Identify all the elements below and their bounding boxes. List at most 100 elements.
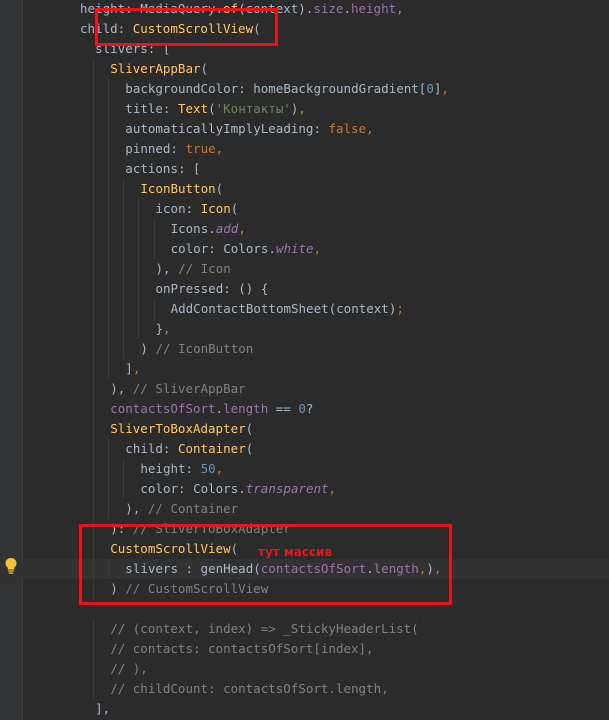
- indent-guide: [93, 679, 95, 699]
- indent-guide: [108, 319, 110, 339]
- code-text: ],: [95, 699, 110, 719]
- code-line[interactable]: pinned: true,: [0, 139, 609, 159]
- code-line[interactable]: onPressed: () {: [0, 279, 609, 299]
- indent-guide: [123, 239, 125, 259]
- code-text: },: [156, 319, 171, 339]
- code-text: title: Text('Контакты'),: [125, 99, 306, 119]
- code-token: ,: [132, 361, 141, 376]
- code-text: ) // IconButton: [140, 339, 253, 359]
- code-text: ],: [125, 359, 140, 379]
- indent-guide: [93, 379, 95, 399]
- indent-guide: [153, 219, 155, 239]
- indent-guide: [138, 219, 140, 239]
- code-line[interactable]: ],: [0, 359, 609, 379]
- indent-guide: [93, 179, 95, 199]
- code-token: // IconButton: [155, 341, 254, 356]
- code-token: backgroundColor: homeBackgroundGradient[: [125, 81, 427, 96]
- code-line[interactable]: ) // IconButton: [0, 339, 609, 359]
- code-token: actions: [: [125, 161, 201, 176]
- code-token: ,: [163, 321, 171, 336]
- code-line[interactable]: ), // SliverAppBar: [0, 379, 609, 399]
- code-line[interactable]: title: Text('Контакты'),: [0, 99, 609, 119]
- code-line[interactable]: },: [0, 319, 609, 339]
- indent-guide: [93, 159, 95, 179]
- code-token: ),: [110, 381, 133, 396]
- code-line[interactable]: height: MediaQuery.of(context).size.heig…: [0, 0, 609, 19]
- code-line[interactable]: backgroundColor: homeBackgroundGradient[…: [0, 79, 609, 99]
- code-token: ==: [268, 401, 299, 416]
- code-token: ): [140, 341, 156, 356]
- lightbulb-icon[interactable]: [3, 557, 19, 575]
- annotation-label: тут массив: [258, 545, 333, 559]
- code-token: ],: [95, 701, 111, 716]
- indent-guide: [123, 479, 125, 499]
- code-token: (: [215, 181, 224, 196]
- code-text: child: Container(: [125, 439, 253, 459]
- code-text: height: 50,: [140, 459, 223, 479]
- code-text: // (context, index) => _StickyHeaderList…: [110, 619, 419, 639]
- code-token: automaticallyImplyLeading:: [125, 121, 329, 136]
- indent-guide: [93, 499, 95, 519]
- code-token: ,: [328, 481, 337, 496]
- code-token: 0: [298, 401, 306, 416]
- indent-guide: [108, 219, 110, 239]
- code-line[interactable]: height: 50,: [0, 459, 609, 479]
- indent-guide: [108, 279, 110, 299]
- code-editor[interactable]: height: MediaQuery.of(context).size.heig…: [0, 0, 609, 720]
- highlight-box-nested-scroll-view: [79, 524, 452, 605]
- code-line[interactable]: contactsOfSort.length == 0?: [0, 399, 609, 419]
- code-token: // Container: [147, 501, 239, 516]
- code-line[interactable]: IconButton(: [0, 179, 609, 199]
- code-text: SliverToBoxAdapter(: [110, 419, 253, 439]
- indent-guide: [93, 259, 95, 279]
- code-text: AddContactBottomSheet(context);: [171, 299, 404, 319]
- code-text: onPressed: () {: [156, 279, 269, 299]
- code-token: ),: [125, 501, 148, 516]
- code-line[interactable]: ), // Container: [0, 499, 609, 519]
- code-line[interactable]: color: Colors.white,: [0, 239, 609, 259]
- code-token: Text: [177, 101, 209, 116]
- indent-guide: [138, 199, 140, 219]
- code-token: height: [350, 1, 397, 16]
- code-token: (: [208, 101, 216, 116]
- indent-guide: [123, 219, 125, 239]
- code-line[interactable]: // ),: [0, 659, 609, 679]
- code-text: // contacts: contactsOfSort[index],: [110, 639, 373, 659]
- code-token: size: [313, 1, 344, 16]
- code-line[interactable]: SliverAppBar(: [0, 59, 609, 79]
- code-token: child:: [125, 441, 178, 456]
- code-line[interactable]: // (context, index) => _StickyHeaderList…: [0, 619, 609, 639]
- code-text: // childCount: contactsOfSort.length,: [110, 679, 388, 699]
- code-line[interactable]: ],: [0, 699, 609, 719]
- code-text: pinned: true,: [125, 139, 223, 159]
- indent-guide: [138, 299, 140, 319]
- code-line[interactable]: Icons.add,: [0, 219, 609, 239]
- code-line[interactable]: // childCount: contactsOfSort.length,: [0, 679, 609, 699]
- indent-guide: [108, 119, 110, 139]
- indent-guide: [93, 439, 95, 459]
- highlight-box-custom-scroll-view: [95, 8, 278, 46]
- code-line[interactable]: child: CustomScrollView(: [0, 19, 609, 39]
- code-token: onPressed: () {: [155, 281, 269, 296]
- indent-guide: [108, 99, 110, 119]
- code-line[interactable]: ), // Icon: [0, 259, 609, 279]
- code-line[interactable]: AddContactBottomSheet(context);: [0, 299, 609, 319]
- indent-guide: [93, 199, 95, 219]
- code-token: length: [223, 401, 269, 416]
- code-token: ,: [215, 461, 224, 476]
- code-line[interactable]: icon: Icon(: [0, 199, 609, 219]
- indent-guide: [108, 339, 110, 359]
- code-token: // (context, index) => _StickyHeaderList…: [110, 621, 419, 636]
- code-line[interactable]: color: Colors.transparent,: [0, 479, 609, 499]
- code-token: // Icon: [178, 261, 231, 276]
- code-line[interactable]: slivers: [: [0, 39, 609, 59]
- code-token: // contacts: contactsOfSort[index],: [110, 641, 374, 656]
- indent-guide: [93, 619, 95, 639]
- code-token: ),: [155, 261, 179, 276]
- code-line[interactable]: automaticallyImplyLeading: false,: [0, 119, 609, 139]
- indent-guide: [93, 359, 95, 379]
- code-line[interactable]: actions: [: [0, 159, 609, 179]
- code-line[interactable]: SliverToBoxAdapter(: [0, 419, 609, 439]
- code-line[interactable]: // contacts: contactsOfSort[index],: [0, 639, 609, 659]
- code-line[interactable]: child: Container(: [0, 439, 609, 459]
